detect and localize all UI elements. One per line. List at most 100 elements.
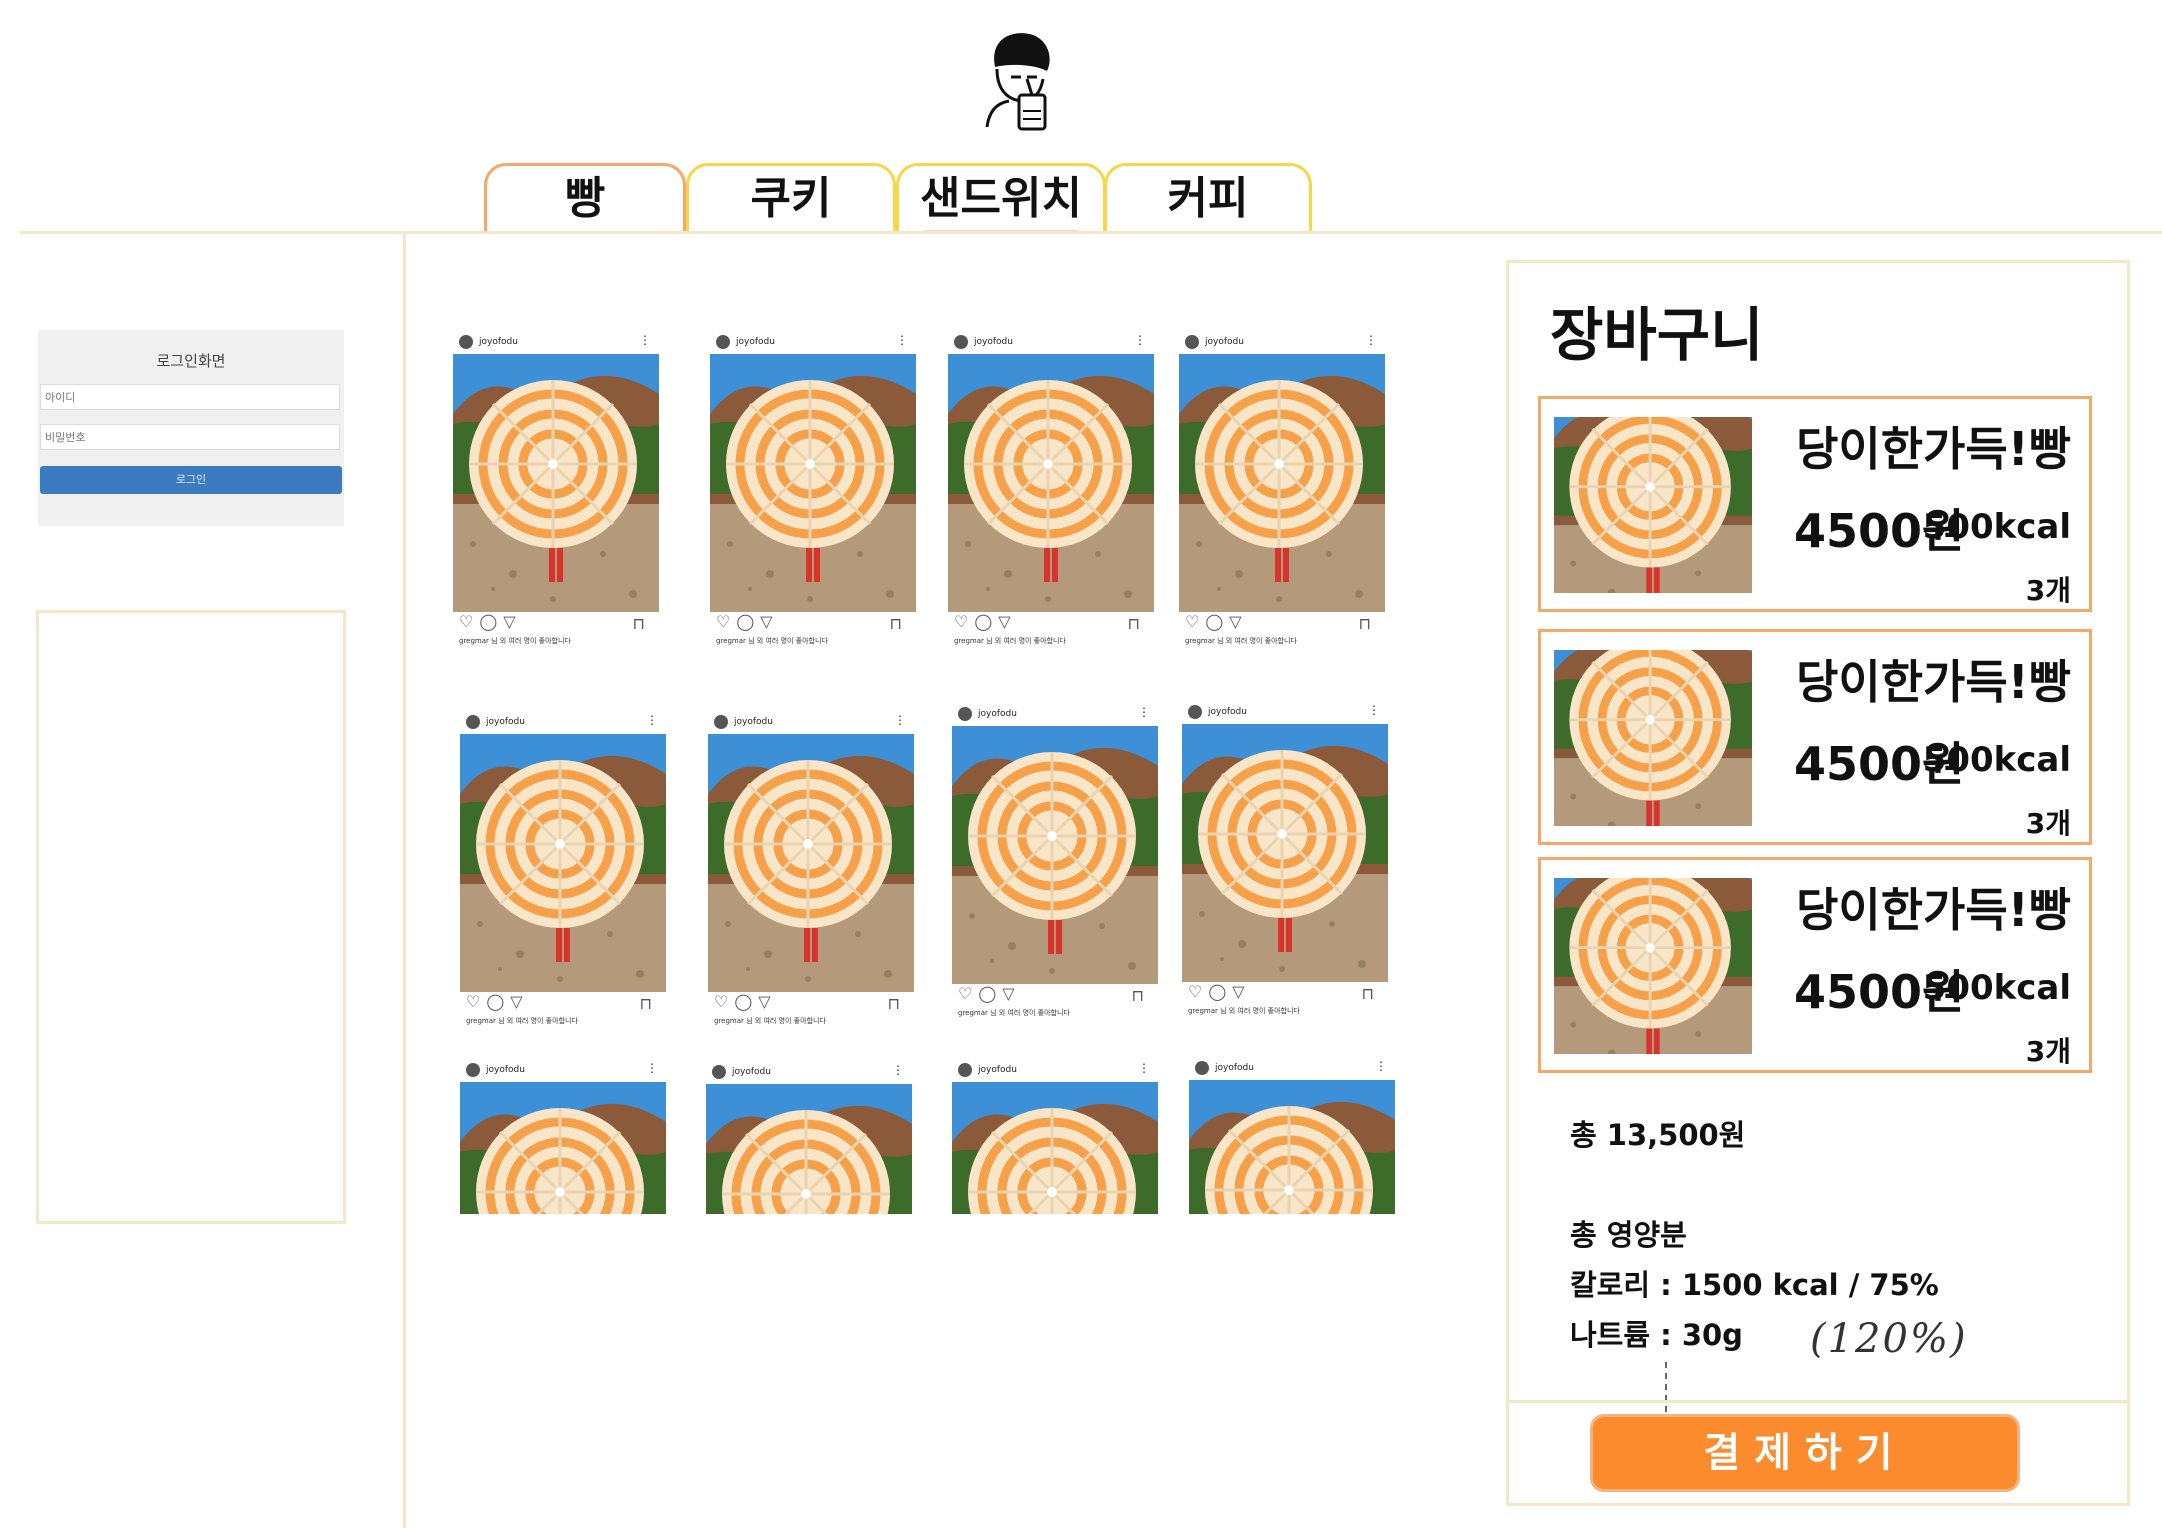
avatar (1185, 335, 1199, 349)
umbrella-photo (460, 1082, 666, 1214)
bookmark-icon[interactable]: ⊓ (1132, 986, 1144, 1005)
feed-post[interactable]: joyofodu ⋮ ♡ ◯ ▽ ⊓ gregmar 님 외 여러 명이 좋아합니다 (710, 330, 916, 646)
post-username: joyofodu (1208, 707, 1247, 717)
heart-icon[interactable]: ♡ (716, 612, 730, 631)
more-icon[interactable]: ⋮ (892, 1064, 904, 1076)
side-panel (36, 610, 346, 1224)
feed-post[interactable]: joyofodu ⋮ ♡ ◯ ▽ ⊓ gregmar 님 외 여러 명이 좋아합니다 (1182, 700, 1388, 1016)
umbrella-photo (952, 1082, 1158, 1214)
share-icon[interactable]: ▽ (1229, 612, 1241, 631)
more-icon[interactable]: ⋮ (1375, 1060, 1387, 1072)
more-icon[interactable]: ⋮ (1368, 704, 1380, 716)
avatar (714, 715, 728, 729)
likes-text: gregmar 님 외 여러 명이 좋아합니다 (716, 637, 828, 645)
likes-text: gregmar 님 외 여러 명이 좋아합니다 (459, 637, 571, 645)
bookmark-icon[interactable]: ⊓ (633, 614, 645, 633)
bookmark-icon[interactable]: ⊓ (1359, 614, 1371, 633)
heart-icon[interactable]: ♡ (466, 992, 480, 1011)
feed-post[interactable]: joyofodu ⋮ (952, 1058, 1158, 1214)
more-icon[interactable]: ⋮ (1138, 706, 1150, 718)
comment-icon[interactable]: ◯ (1205, 612, 1223, 631)
tab-label: 빵 (564, 173, 606, 224)
share-icon[interactable]: ▽ (998, 612, 1010, 631)
nutrition-title: 총 영양분 (1570, 1218, 1687, 1252)
feed-post[interactable]: joyofodu ⋮ ♡ ◯ ▽ ⊓ gregmar 님 외 여러 명이 좋아합니다 (1179, 330, 1385, 646)
post-username: joyofodu (978, 1065, 1017, 1075)
sodium-text: 나트륨 : 30g (1570, 1318, 1743, 1352)
tab-coffee[interactable]: 커피 (1104, 163, 1312, 233)
item-thumbnail (1554, 878, 1752, 1054)
comment-icon[interactable]: ◯ (736, 612, 754, 631)
more-icon[interactable]: ⋮ (1365, 334, 1377, 346)
logo-icon (975, 25, 1075, 140)
more-icon[interactable]: ⋮ (1138, 1062, 1150, 1074)
tab-label: 샌드위치 (920, 173, 1082, 224)
login-button[interactable]: 로그인 (40, 466, 342, 494)
share-icon[interactable]: ▽ (760, 612, 772, 631)
feed-post[interactable]: joyofodu ⋮ ♡ ◯ ▽ ⊓ gregmar 님 외 여러 명이 좋아합니다 (948, 330, 1154, 646)
feed-post[interactable]: joyofodu ⋮ (1189, 1056, 1395, 1214)
umbrella-photo (710, 354, 916, 612)
heart-icon[interactable]: ♡ (1185, 612, 1199, 631)
likes-text: gregmar 님 외 여러 명이 좋아합니다 (714, 1017, 826, 1025)
umbrella-photo (952, 726, 1158, 984)
comment-icon[interactable]: ◯ (479, 612, 497, 631)
bookmark-icon[interactable]: ⊓ (890, 614, 902, 633)
more-icon[interactable]: ⋮ (646, 714, 658, 726)
feed-post[interactable]: joyofodu ⋮ ♡ ◯ ▽ ⊓ gregmar 님 외 여러 명이 좋아합니다 (453, 330, 659, 646)
comment-icon[interactable]: ◯ (486, 992, 504, 1011)
item-thumbnail (1554, 417, 1752, 593)
bookmark-icon[interactable]: ⊓ (640, 994, 652, 1013)
bookmark-icon[interactable]: ⊓ (1362, 984, 1374, 1003)
post-username: joyofodu (736, 337, 775, 347)
comment-icon[interactable]: ◯ (734, 992, 752, 1011)
umbrella-photo (1182, 724, 1388, 982)
heart-icon[interactable]: ♡ (958, 984, 972, 1003)
bookmark-icon[interactable]: ⊓ (888, 994, 900, 1013)
feed-post[interactable]: joyofodu ⋮ (460, 1058, 666, 1214)
share-icon[interactable]: ▽ (1232, 982, 1244, 1001)
tab-cookie[interactable]: 쿠키 (686, 163, 896, 233)
more-icon[interactable]: ⋮ (639, 334, 651, 346)
password-input[interactable]: 비밀번호 (40, 424, 340, 450)
dashed-connector (1665, 1362, 1667, 1412)
more-icon[interactable]: ⋮ (1134, 334, 1146, 346)
feed-post[interactable]: joyofodu ⋮ ♡ ◯ ▽ ⊓ gregmar 님 외 여러 명이 좋아합니다 (460, 710, 666, 1026)
comment-icon[interactable]: ◯ (978, 984, 996, 1003)
avatar (958, 1063, 972, 1077)
likes-text: gregmar 님 외 여러 명이 좋아합니다 (1188, 1007, 1300, 1015)
pay-button[interactable]: 결제하기 (1590, 1414, 2020, 1492)
share-icon[interactable]: ▽ (503, 612, 515, 631)
more-icon[interactable]: ⋮ (894, 714, 906, 726)
cart-item[interactable]: 당이한가득!빵 4500원 500kcal 3개 (1538, 396, 2092, 612)
share-icon[interactable]: ▽ (758, 992, 770, 1011)
cart-item[interactable]: 당이한가득!빵 4500원 500kcal 3개 (1538, 857, 2092, 1073)
heart-icon[interactable]: ♡ (714, 992, 728, 1011)
share-icon[interactable]: ▽ (1002, 984, 1014, 1003)
cart-item[interactable]: 당이한가득!빵 4500원 500kcal 3개 (1538, 629, 2092, 845)
item-qty: 3개 (2025, 807, 2071, 840)
feed-post[interactable]: joyofodu ⋮ ♡ ◯ ▽ ⊓ gregmar 님 외 여러 명이 좋아합니다 (708, 710, 914, 1026)
more-icon[interactable]: ⋮ (646, 1062, 658, 1074)
item-qty: 3개 (2025, 1035, 2071, 1068)
post-username: joyofodu (974, 337, 1013, 347)
item-thumbnail (1554, 650, 1752, 826)
comment-icon[interactable]: ◯ (1208, 982, 1226, 1001)
post-username: joyofodu (978, 709, 1017, 719)
tab-sandwich[interactable]: 샌드위치 (896, 163, 1106, 233)
feed-post[interactable]: joyofodu ⋮ (706, 1060, 912, 1214)
cart-total: 총 13,500원 (1570, 1118, 1746, 1152)
tab-bread[interactable]: 빵 (484, 163, 686, 233)
comment-icon[interactable]: ◯ (974, 612, 992, 631)
feed-post[interactable]: joyofodu ⋮ ♡ ◯ ▽ ⊓ gregmar 님 외 여러 명이 좋아합니다 (952, 702, 1158, 1018)
more-icon[interactable]: ⋮ (896, 334, 908, 346)
share-icon[interactable]: ▽ (510, 992, 522, 1011)
id-input[interactable]: 아이디 (40, 384, 340, 410)
heart-icon[interactable]: ♡ (459, 612, 473, 631)
umbrella-photo (460, 734, 666, 992)
cart-divider (1509, 1400, 2127, 1403)
heart-icon[interactable]: ♡ (1188, 982, 1202, 1001)
bookmark-icon[interactable]: ⊓ (1128, 614, 1140, 633)
avatar (459, 335, 473, 349)
heart-icon[interactable]: ♡ (954, 612, 968, 631)
